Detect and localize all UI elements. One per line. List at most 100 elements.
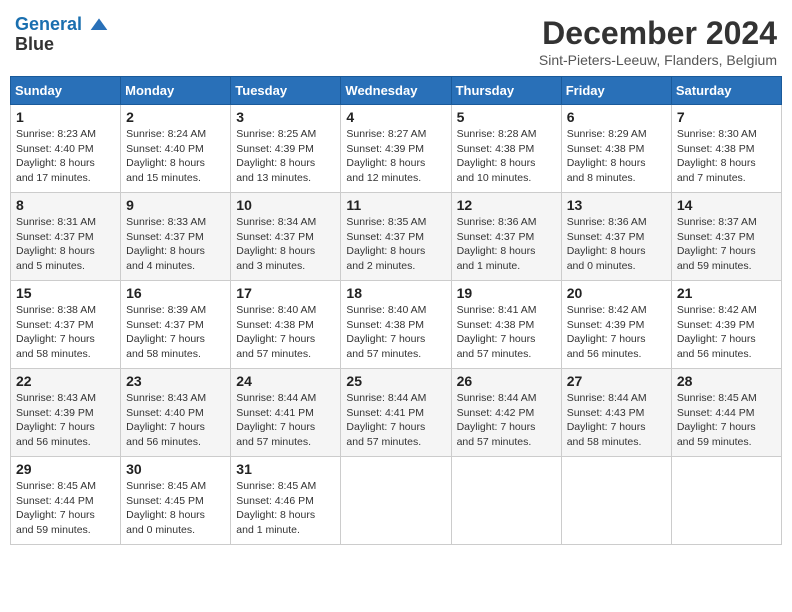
day-number: 2 [126, 109, 225, 125]
day-number: 7 [677, 109, 776, 125]
calendar-week-row: 1 Sunrise: 8:23 AM Sunset: 4:40 PM Dayli… [11, 105, 782, 193]
day-number: 31 [236, 461, 335, 477]
day-info: Sunrise: 8:43 AM Sunset: 4:39 PM Dayligh… [16, 391, 115, 450]
day-number: 8 [16, 197, 115, 213]
day-number: 18 [346, 285, 445, 301]
calendar-cell: 11 Sunrise: 8:35 AM Sunset: 4:37 PM Dayl… [341, 193, 451, 281]
day-number: 16 [126, 285, 225, 301]
calendar-cell: 14 Sunrise: 8:37 AM Sunset: 4:37 PM Dayl… [671, 193, 781, 281]
day-number: 21 [677, 285, 776, 301]
day-info: Sunrise: 8:35 AM Sunset: 4:37 PM Dayligh… [346, 215, 445, 274]
day-info: Sunrise: 8:45 AM Sunset: 4:44 PM Dayligh… [677, 391, 776, 450]
day-number: 14 [677, 197, 776, 213]
day-info: Sunrise: 8:27 AM Sunset: 4:39 PM Dayligh… [346, 127, 445, 186]
calendar-week-row: 29 Sunrise: 8:45 AM Sunset: 4:44 PM Dayl… [11, 457, 782, 545]
logo: General Blue [15, 15, 109, 55]
day-info: Sunrise: 8:37 AM Sunset: 4:37 PM Dayligh… [677, 215, 776, 274]
day-number: 5 [457, 109, 556, 125]
title-area: December 2024 Sint-Pieters-Leeuw, Flande… [539, 15, 777, 68]
calendar-cell: 9 Sunrise: 8:33 AM Sunset: 4:37 PM Dayli… [121, 193, 231, 281]
calendar-cell: 24 Sunrise: 8:44 AM Sunset: 4:41 PM Dayl… [231, 369, 341, 457]
day-info: Sunrise: 8:33 AM Sunset: 4:37 PM Dayligh… [126, 215, 225, 274]
calendar-week-row: 22 Sunrise: 8:43 AM Sunset: 4:39 PM Dayl… [11, 369, 782, 457]
calendar-cell: 30 Sunrise: 8:45 AM Sunset: 4:45 PM Dayl… [121, 457, 231, 545]
day-number: 27 [567, 373, 666, 389]
calendar-cell: 4 Sunrise: 8:27 AM Sunset: 4:39 PM Dayli… [341, 105, 451, 193]
day-info: Sunrise: 8:28 AM Sunset: 4:38 PM Dayligh… [457, 127, 556, 186]
calendar-cell: 21 Sunrise: 8:42 AM Sunset: 4:39 PM Dayl… [671, 281, 781, 369]
day-info: Sunrise: 8:24 AM Sunset: 4:40 PM Dayligh… [126, 127, 225, 186]
day-info: Sunrise: 8:25 AM Sunset: 4:39 PM Dayligh… [236, 127, 335, 186]
day-of-week-header: Wednesday [341, 77, 451, 105]
day-number: 3 [236, 109, 335, 125]
day-number: 4 [346, 109, 445, 125]
calendar-cell: 23 Sunrise: 8:43 AM Sunset: 4:40 PM Dayl… [121, 369, 231, 457]
day-info: Sunrise: 8:29 AM Sunset: 4:38 PM Dayligh… [567, 127, 666, 186]
day-info: Sunrise: 8:44 AM Sunset: 4:43 PM Dayligh… [567, 391, 666, 450]
day-number: 15 [16, 285, 115, 301]
calendar-cell: 15 Sunrise: 8:38 AM Sunset: 4:37 PM Dayl… [11, 281, 121, 369]
day-info: Sunrise: 8:23 AM Sunset: 4:40 PM Dayligh… [16, 127, 115, 186]
day-info: Sunrise: 8:36 AM Sunset: 4:37 PM Dayligh… [567, 215, 666, 274]
calendar-cell: 8 Sunrise: 8:31 AM Sunset: 4:37 PM Dayli… [11, 193, 121, 281]
calendar-cell [561, 457, 671, 545]
day-number: 29 [16, 461, 115, 477]
day-number: 11 [346, 197, 445, 213]
day-info: Sunrise: 8:44 AM Sunset: 4:41 PM Dayligh… [236, 391, 335, 450]
day-number: 22 [16, 373, 115, 389]
day-info: Sunrise: 8:38 AM Sunset: 4:37 PM Dayligh… [16, 303, 115, 362]
day-number: 19 [457, 285, 556, 301]
day-info: Sunrise: 8:45 AM Sunset: 4:45 PM Dayligh… [126, 479, 225, 538]
day-info: Sunrise: 8:45 AM Sunset: 4:46 PM Dayligh… [236, 479, 335, 538]
calendar-cell: 6 Sunrise: 8:29 AM Sunset: 4:38 PM Dayli… [561, 105, 671, 193]
calendar-cell [341, 457, 451, 545]
page-header: General Blue December 2024 Sint-Pieters-… [10, 10, 782, 68]
calendar-cell: 16 Sunrise: 8:39 AM Sunset: 4:37 PM Dayl… [121, 281, 231, 369]
day-number: 25 [346, 373, 445, 389]
logo-text: General Blue [15, 15, 109, 55]
day-number: 28 [677, 373, 776, 389]
day-of-week-header: Friday [561, 77, 671, 105]
calendar-cell: 29 Sunrise: 8:45 AM Sunset: 4:44 PM Dayl… [11, 457, 121, 545]
calendar-cell: 1 Sunrise: 8:23 AM Sunset: 4:40 PM Dayli… [11, 105, 121, 193]
day-info: Sunrise: 8:40 AM Sunset: 4:38 PM Dayligh… [236, 303, 335, 362]
day-of-week-header: Sunday [11, 77, 121, 105]
day-info: Sunrise: 8:42 AM Sunset: 4:39 PM Dayligh… [567, 303, 666, 362]
day-of-week-header: Saturday [671, 77, 781, 105]
calendar-cell [671, 457, 781, 545]
calendar-cell: 5 Sunrise: 8:28 AM Sunset: 4:38 PM Dayli… [451, 105, 561, 193]
day-info: Sunrise: 8:41 AM Sunset: 4:38 PM Dayligh… [457, 303, 556, 362]
day-number: 12 [457, 197, 556, 213]
day-info: Sunrise: 8:45 AM Sunset: 4:44 PM Dayligh… [16, 479, 115, 538]
calendar-cell: 12 Sunrise: 8:36 AM Sunset: 4:37 PM Dayl… [451, 193, 561, 281]
calendar-cell: 20 Sunrise: 8:42 AM Sunset: 4:39 PM Dayl… [561, 281, 671, 369]
day-of-week-header: Monday [121, 77, 231, 105]
calendar-cell: 19 Sunrise: 8:41 AM Sunset: 4:38 PM Dayl… [451, 281, 561, 369]
calendar-cell: 2 Sunrise: 8:24 AM Sunset: 4:40 PM Dayli… [121, 105, 231, 193]
day-number: 9 [126, 197, 225, 213]
calendar-cell: 17 Sunrise: 8:40 AM Sunset: 4:38 PM Dayl… [231, 281, 341, 369]
day-info: Sunrise: 8:30 AM Sunset: 4:38 PM Dayligh… [677, 127, 776, 186]
day-info: Sunrise: 8:34 AM Sunset: 4:37 PM Dayligh… [236, 215, 335, 274]
day-info: Sunrise: 8:42 AM Sunset: 4:39 PM Dayligh… [677, 303, 776, 362]
day-number: 13 [567, 197, 666, 213]
calendar-week-row: 15 Sunrise: 8:38 AM Sunset: 4:37 PM Dayl… [11, 281, 782, 369]
day-number: 17 [236, 285, 335, 301]
day-of-week-header: Thursday [451, 77, 561, 105]
day-info: Sunrise: 8:44 AM Sunset: 4:42 PM Dayligh… [457, 391, 556, 450]
day-number: 26 [457, 373, 556, 389]
day-number: 23 [126, 373, 225, 389]
calendar-cell: 28 Sunrise: 8:45 AM Sunset: 4:44 PM Dayl… [671, 369, 781, 457]
day-number: 20 [567, 285, 666, 301]
day-number: 6 [567, 109, 666, 125]
calendar-cell: 31 Sunrise: 8:45 AM Sunset: 4:46 PM Dayl… [231, 457, 341, 545]
calendar-cell: 25 Sunrise: 8:44 AM Sunset: 4:41 PM Dayl… [341, 369, 451, 457]
day-info: Sunrise: 8:39 AM Sunset: 4:37 PM Dayligh… [126, 303, 225, 362]
calendar-cell: 7 Sunrise: 8:30 AM Sunset: 4:38 PM Dayli… [671, 105, 781, 193]
calendar-cell: 3 Sunrise: 8:25 AM Sunset: 4:39 PM Dayli… [231, 105, 341, 193]
location: Sint-Pieters-Leeuw, Flanders, Belgium [539, 52, 777, 68]
day-number: 30 [126, 461, 225, 477]
calendar-cell [451, 457, 561, 545]
day-info: Sunrise: 8:40 AM Sunset: 4:38 PM Dayligh… [346, 303, 445, 362]
day-info: Sunrise: 8:43 AM Sunset: 4:40 PM Dayligh… [126, 391, 225, 450]
